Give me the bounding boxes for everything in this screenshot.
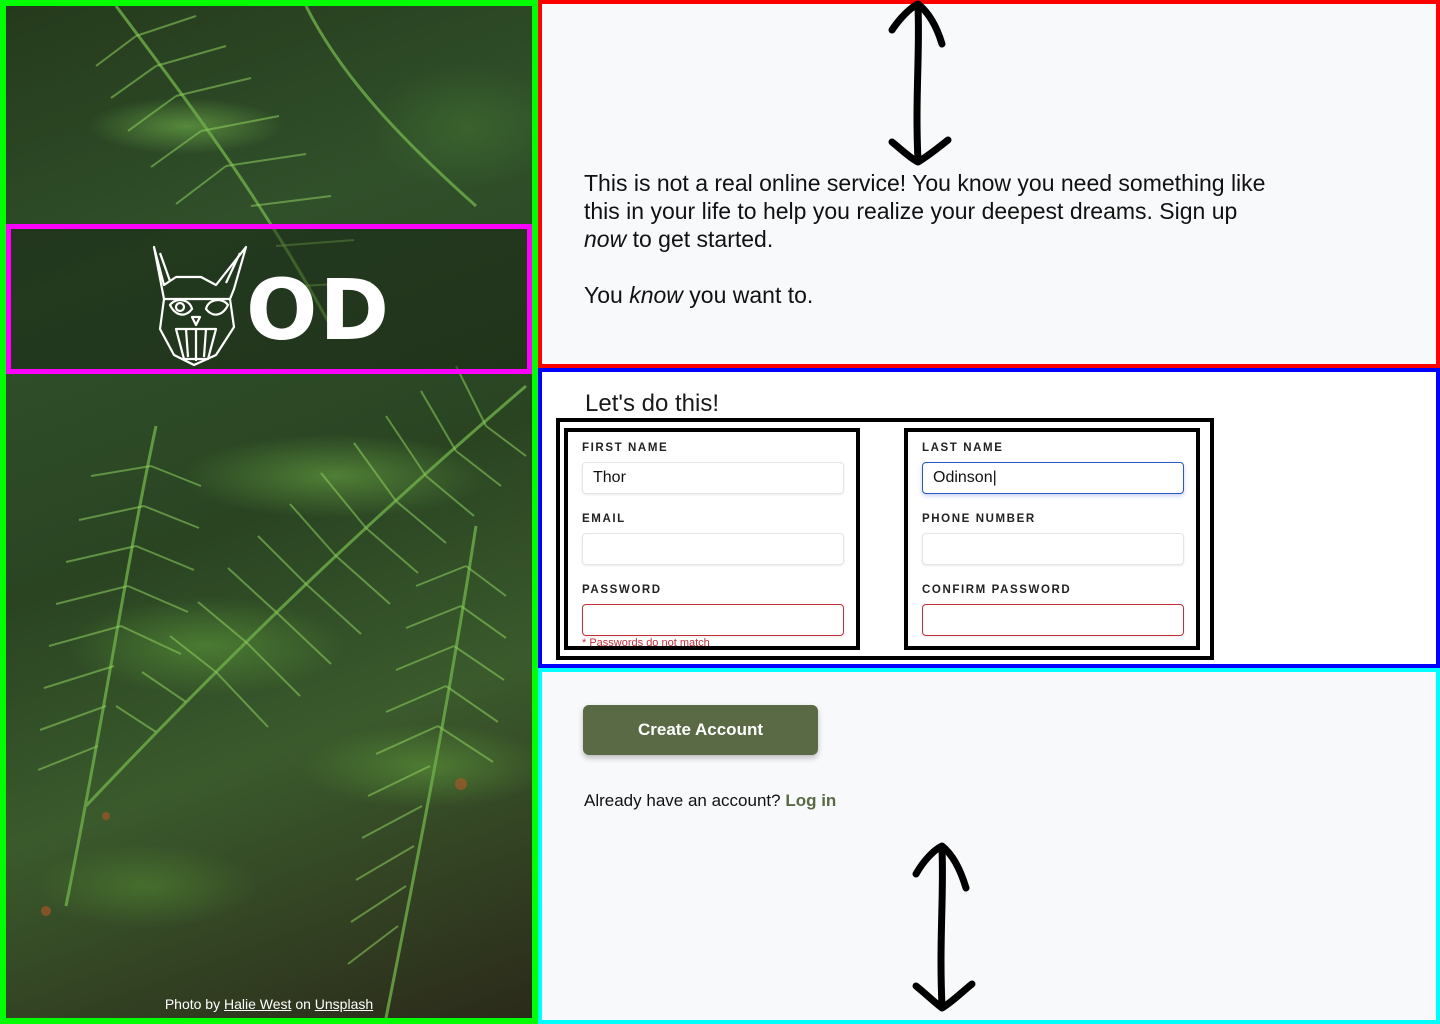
info-text: This is not a real online service! You k…	[584, 169, 1284, 309]
last-name-label: LAST NAME	[922, 442, 1004, 454]
credit-site-link[interactable]: Unsplash	[315, 996, 373, 1012]
credit-middle: on	[295, 996, 311, 1012]
email-input[interactable]	[582, 533, 844, 565]
phone-field: PHONE NUMBER	[922, 513, 1186, 565]
info-paragraph-2: You know you want to.	[584, 282, 814, 308]
login-prompt: Already have an account? Log in	[584, 791, 836, 811]
resize-arrow-icon	[912, 842, 976, 1012]
password-error: * Passwords do not match	[582, 637, 710, 649]
login-link[interactable]: Log in	[785, 791, 836, 810]
confirm-password-field: CONFIRM PASSWORD	[922, 584, 1186, 636]
form-column-left: FIRST NAME EMAIL PASSWORD * Passwords do…	[564, 428, 860, 650]
hero-panel: ODIN Photo by Halie West on Unsplash	[0, 0, 538, 1024]
info-panel: This is not a real online service! You k…	[538, 0, 1440, 368]
first-name-input[interactable]	[582, 462, 844, 494]
email-field: EMAIL	[582, 513, 846, 565]
viking-head-icon	[152, 245, 248, 367]
confirm-password-input[interactable]	[922, 604, 1184, 636]
password-label: PASSWORD	[582, 584, 662, 596]
signup-form: FIRST NAME EMAIL PASSWORD * Passwords do…	[556, 418, 1214, 660]
password-field: PASSWORD * Passwords do not match	[582, 584, 846, 649]
form-column-right: LAST NAME PHONE NUMBER CONFIRM PASSWORD	[904, 428, 1200, 650]
first-name-label: FIRST NAME	[582, 442, 669, 454]
password-input[interactable]	[582, 604, 844, 636]
info-paragraph-1: This is not a real online service! You k…	[584, 170, 1266, 252]
credit-author-link[interactable]: Halie West	[224, 996, 291, 1012]
create-account-button[interactable]: Create Account	[583, 705, 818, 755]
phone-input[interactable]	[922, 533, 1184, 565]
phone-label: PHONE NUMBER	[922, 513, 1036, 525]
login-prompt-text: Already have an account?	[584, 791, 781, 810]
credit-prefix: Photo by	[164, 996, 221, 1012]
photo-credit: Photo by Halie West on Unsplash	[6, 996, 532, 1012]
fern-background-image	[37, 6, 527, 1018]
confirm-password-label: CONFIRM PASSWORD	[922, 584, 1072, 596]
last-name-field: LAST NAME	[922, 442, 1186, 494]
signup-page: ODIN Photo by Halie West on Unsplash Thi…	[0, 0, 1440, 1024]
resize-arrow-icon	[888, 0, 952, 166]
last-name-input[interactable]	[922, 462, 1184, 494]
logo-wordmark: ODIN	[246, 261, 396, 359]
logo-banner: ODIN	[6, 224, 532, 374]
signup-form-section: Let's do this! FIRST NAME EMAIL PASSWORD…	[538, 368, 1440, 668]
actions-panel: Create Account Already have an account? …	[538, 668, 1440, 1024]
form-title: Let's do this!	[585, 390, 719, 417]
email-label: EMAIL	[582, 513, 626, 525]
first-name-field: FIRST NAME	[582, 442, 846, 494]
odin-logo: ODIN	[152, 245, 396, 367]
